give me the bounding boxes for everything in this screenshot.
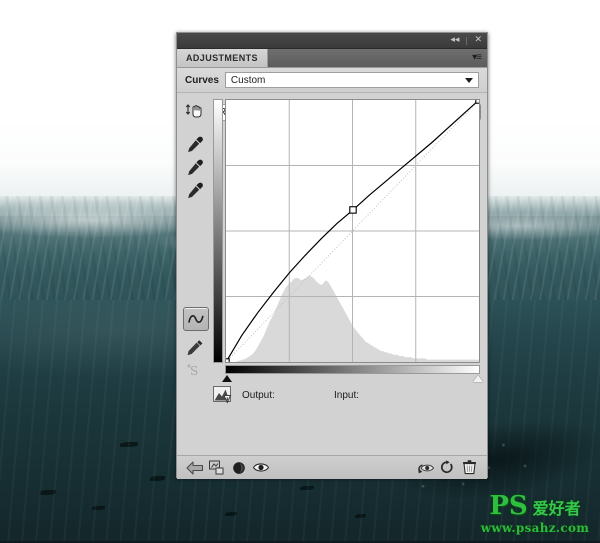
adjustment-title: Curves (185, 75, 219, 86)
gray-point-eyedropper[interactable] (183, 156, 207, 178)
white-point-slider[interactable] (473, 375, 483, 382)
reset-circular-arrow-icon (439, 460, 455, 475)
preset-dropdown-value: Custom (231, 75, 265, 86)
eye-icon (252, 461, 270, 474)
fish-silhouette (300, 486, 314, 490)
black-point-slider[interactable] (222, 375, 232, 382)
fish-silhouette (150, 476, 165, 481)
delete-adjustment-layer-button[interactable] (458, 459, 480, 477)
toggle-layer-visibility-button[interactable] (228, 459, 250, 477)
curve-squiggle-icon (187, 312, 205, 326)
input-label: Input: (334, 390, 359, 401)
view-previous-state-button[interactable] (414, 459, 436, 477)
preview-toggle-button[interactable] (250, 459, 272, 477)
fish-silhouette (120, 442, 138, 447)
curves-tool-rail: S (177, 93, 213, 479)
clip-to-layer-button[interactable] (206, 459, 228, 477)
fish-silhouette (92, 506, 105, 510)
panel-menu-icon[interactable]: ▾≡ (472, 53, 481, 63)
site-watermark: PS 爱好者 www.psahz.com (476, 491, 594, 537)
panel-body: RGB Auto (177, 93, 487, 479)
chevron-down-icon (465, 78, 473, 83)
histogram-warning-icon[interactable] (213, 386, 233, 404)
on-image-hand-icon (185, 101, 205, 120)
reset-adjustment-button[interactable] (436, 459, 458, 477)
fish-silhouette (40, 490, 56, 495)
highlight-endpoint[interactable] (476, 100, 479, 103)
input-readout: Input: (334, 390, 426, 401)
panel-bottom-toolbar (177, 455, 487, 479)
clip-to-layer-icon (208, 460, 226, 475)
pencil-draw-curve-tool[interactable] (183, 336, 207, 358)
curves-preset-row: Curves Custom (177, 68, 487, 93)
smooth-s-icon: S (185, 362, 205, 379)
readout-row: Output: Input: (213, 383, 481, 407)
output-readout: Output: (242, 390, 334, 401)
watermark-brand: PS (489, 493, 527, 519)
fish-silhouette (355, 514, 366, 518)
smooth-curve-tool[interactable]: S (183, 359, 207, 381)
half-filled-circle-icon (231, 461, 247, 475)
trash-can-icon (462, 460, 477, 475)
black-point-eyedropper[interactable] (183, 133, 207, 155)
curves-graph (213, 99, 481, 379)
tabbar-filler: ▾≡ (268, 49, 487, 67)
eye-with-arrow-icon (416, 461, 435, 475)
panel-titlebar: ◂◂ ✕ (177, 33, 487, 49)
eyedropper-icon (185, 181, 205, 200)
eyedropper-icon (185, 135, 205, 154)
shadow-endpoint[interactable] (226, 359, 229, 362)
input-tonal-ramp (225, 365, 480, 374)
panel-tabbar: ADJUSTMENTS ▾≡ (177, 49, 487, 68)
pencil-icon (185, 338, 205, 357)
white-point-eyedropper[interactable] (183, 179, 207, 201)
collapse-double-left-icon[interactable]: ◂◂ (450, 36, 459, 45)
on-image-adjustment-tool[interactable] (183, 99, 207, 121)
edit-points-curve-tool[interactable] (183, 307, 209, 331)
curve-grid-area[interactable] (225, 99, 480, 363)
svg-text:S: S (190, 364, 198, 378)
fish-silhouette (225, 512, 237, 516)
tab-adjustments-label: ADJUSTMENTS (186, 53, 258, 63)
eyedropper-icon (185, 158, 205, 177)
output-tonal-ramp (213, 99, 223, 363)
curve-plot (226, 100, 479, 362)
adjustments-panel: ◂◂ ✕ ADJUSTMENTS ▾≡ Curves Custom RGB (176, 32, 488, 478)
preset-dropdown[interactable]: Custom (225, 72, 479, 88)
midtone-point[interactable] (350, 207, 356, 213)
back-arrow-icon (186, 461, 204, 475)
watermark-url: www.psahz.com (481, 521, 590, 535)
titlebar-divider (466, 37, 467, 45)
output-label: Output: (242, 390, 275, 401)
watermark-brand-row: PS 爱好者 (489, 493, 580, 519)
return-to-adjustment-list-button[interactable] (184, 459, 206, 477)
tab-adjustments[interactable]: ADJUSTMENTS (177, 49, 268, 67)
close-icon[interactable]: ✕ (474, 36, 482, 45)
watermark-chinese-text: 爱好者 (533, 501, 581, 517)
